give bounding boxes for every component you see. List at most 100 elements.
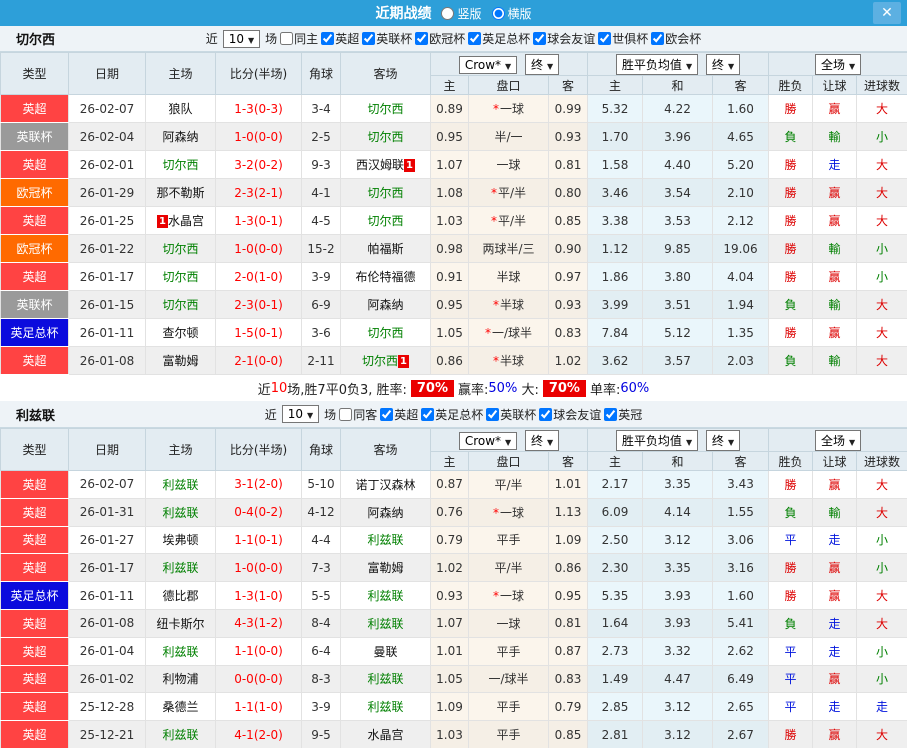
league-filter-checkbox[interactable]: 欧冠杯: [415, 30, 465, 47]
team-label: 利兹联: [367, 533, 403, 547]
league-checkbox-input[interactable]: [321, 32, 334, 45]
col-odds-home: 主: [431, 452, 469, 471]
team-label: 水晶宫: [367, 728, 403, 742]
result-wdl: 負: [769, 609, 813, 637]
away-team: 诺丁汉森林: [341, 471, 431, 499]
odds-away: 0.86: [549, 554, 588, 582]
result-handicap: 輸: [813, 498, 857, 526]
team-label: 切尔西: [162, 270, 198, 284]
league-badge: 英超: [1, 721, 69, 748]
league-filter-checkbox[interactable]: 欧会杯: [651, 30, 701, 47]
league-filter-checkbox[interactable]: 英足总杯: [421, 406, 483, 423]
same-venue-checkbox-input[interactable]: [339, 408, 352, 421]
odds-home: 1.09: [431, 693, 469, 721]
league-checkbox-input[interactable]: [380, 408, 393, 421]
corners: 4-5: [302, 207, 341, 235]
league-checkbox-input[interactable]: [486, 408, 499, 421]
col-score: 比分(半场): [216, 53, 302, 95]
league-checkbox-input[interactable]: [415, 32, 428, 45]
home-team: 利兹联: [146, 637, 216, 665]
mean-time-select[interactable]: 终: [706, 430, 740, 451]
scope-select[interactable]: 全场: [815, 54, 861, 75]
league-filter-checkbox[interactable]: 英超: [380, 406, 418, 423]
corners: 8-3: [302, 665, 341, 693]
team-label: 那不勒斯: [156, 186, 204, 200]
odds-home: 1.01: [431, 637, 469, 665]
team-label: 水晶宫: [168, 214, 204, 228]
mean-home: 3.38: [588, 207, 643, 235]
handicap: *一球: [469, 95, 549, 123]
result-wdl: 勝: [769, 471, 813, 499]
handicap: *一/球半: [469, 319, 549, 347]
odds-home: 0.95: [431, 123, 469, 151]
away-team: 水晶宫: [341, 721, 431, 748]
cover-rate: 50%: [488, 381, 517, 396]
odds-time-select[interactable]: 终: [525, 430, 559, 451]
league-checkbox-input[interactable]: [468, 32, 481, 45]
league-filter-checkbox[interactable]: 球会友谊: [539, 406, 601, 423]
horizontal-radio-input[interactable]: [492, 7, 505, 20]
same-venue-checkbox[interactable]: 同客: [339, 406, 377, 423]
mean-time-select[interactable]: 终: [706, 54, 740, 75]
score: 1-1(0-0): [216, 637, 302, 665]
league-filter-checkbox[interactable]: 世俱杯: [598, 30, 648, 47]
mean-type-select[interactable]: 胜平负均值: [616, 54, 698, 75]
match-count-select[interactable]: 10: [223, 30, 260, 48]
match-count-select[interactable]: 10: [282, 405, 319, 423]
league-checkbox-input[interactable]: [598, 32, 611, 45]
league-filter-checkbox[interactable]: 英冠: [604, 406, 642, 423]
mean-away: 5.41: [713, 609, 769, 637]
league-checkbox-input[interactable]: [421, 408, 434, 421]
col-corners: 角球: [302, 53, 341, 95]
mean-type-select[interactable]: 胜平负均值: [616, 430, 698, 451]
away-team: 布伦特福德: [341, 263, 431, 291]
odds-company-select[interactable]: Crow*: [459, 432, 517, 450]
team-name: 利兹联: [16, 405, 55, 424]
corners: 3-9: [302, 693, 341, 721]
mean-home: 2.73: [588, 637, 643, 665]
league-filter-checkbox[interactable]: 球会友谊: [533, 30, 595, 47]
league-checkbox-input[interactable]: [651, 32, 664, 45]
match-row: 英联杯 26-01-15 切尔西 2-3(0-1) 6-9 阿森纳 0.95 *…: [1, 291, 907, 319]
col-handicap: 盘口: [469, 452, 549, 471]
vertical-radio-input[interactable]: [441, 7, 454, 20]
odds-time-select[interactable]: 终: [525, 54, 559, 75]
team-label: 阿森纳: [162, 130, 198, 144]
team-label: 埃弗顿: [162, 533, 198, 547]
result-goals: 大: [857, 471, 907, 499]
team-label: 切尔西: [367, 326, 403, 340]
result-goals: 大: [857, 291, 907, 319]
mean-draw: 4.40: [643, 151, 713, 179]
same-venue-checkbox-input[interactable]: [280, 32, 293, 45]
league-filter-checkbox[interactable]: 英足总杯: [468, 30, 530, 47]
handicap: 半/一: [469, 123, 549, 151]
mean-draw: 3.53: [643, 207, 713, 235]
odds-company-select[interactable]: Crow*: [459, 56, 517, 74]
layout-radio-vertical[interactable]: 竖版: [435, 5, 481, 22]
league-checkbox-input[interactable]: [362, 32, 375, 45]
same-venue-checkbox[interactable]: 同主: [280, 30, 318, 47]
result-goals: 大: [857, 609, 907, 637]
team-label: 利兹联: [162, 478, 198, 492]
away-team: 切尔西: [341, 95, 431, 123]
league-filter-checkbox[interactable]: 英联杯: [486, 406, 536, 423]
league-checkbox-input[interactable]: [539, 408, 552, 421]
league-checkbox-input[interactable]: [533, 32, 546, 45]
away-team: 利兹联: [341, 693, 431, 721]
mean-home: 2.30: [588, 554, 643, 582]
chelsea-summary: 近10场,胜7平0负3, 胜率: 70% 赢率:50% 大: 70% 单率:60…: [0, 375, 907, 401]
col-home: 主场: [146, 53, 216, 95]
layout-radio-horizontal[interactable]: 横版: [486, 5, 532, 22]
match-row: 英足总杯 26-01-11 德比郡 1-3(1-0) 5-5 利兹联 0.93 …: [1, 582, 907, 610]
odds-away: 0.90: [549, 235, 588, 263]
scope-select[interactable]: 全场: [815, 430, 861, 451]
match-row: 英超 26-01-08 富勒姆 2-1(0-0) 2-11 切尔西1 0.86 …: [1, 347, 907, 375]
league-filter-checkbox[interactable]: 英联杯: [362, 30, 412, 47]
col-odds-away: 客: [549, 452, 588, 471]
away-team: 阿森纳: [341, 498, 431, 526]
away-team: 利兹联: [341, 526, 431, 554]
close-icon[interactable]: ✕: [873, 2, 901, 24]
league-checkbox-input[interactable]: [604, 408, 617, 421]
col-mean-away: 客: [713, 452, 769, 471]
league-filter-checkbox[interactable]: 英超: [321, 30, 359, 47]
